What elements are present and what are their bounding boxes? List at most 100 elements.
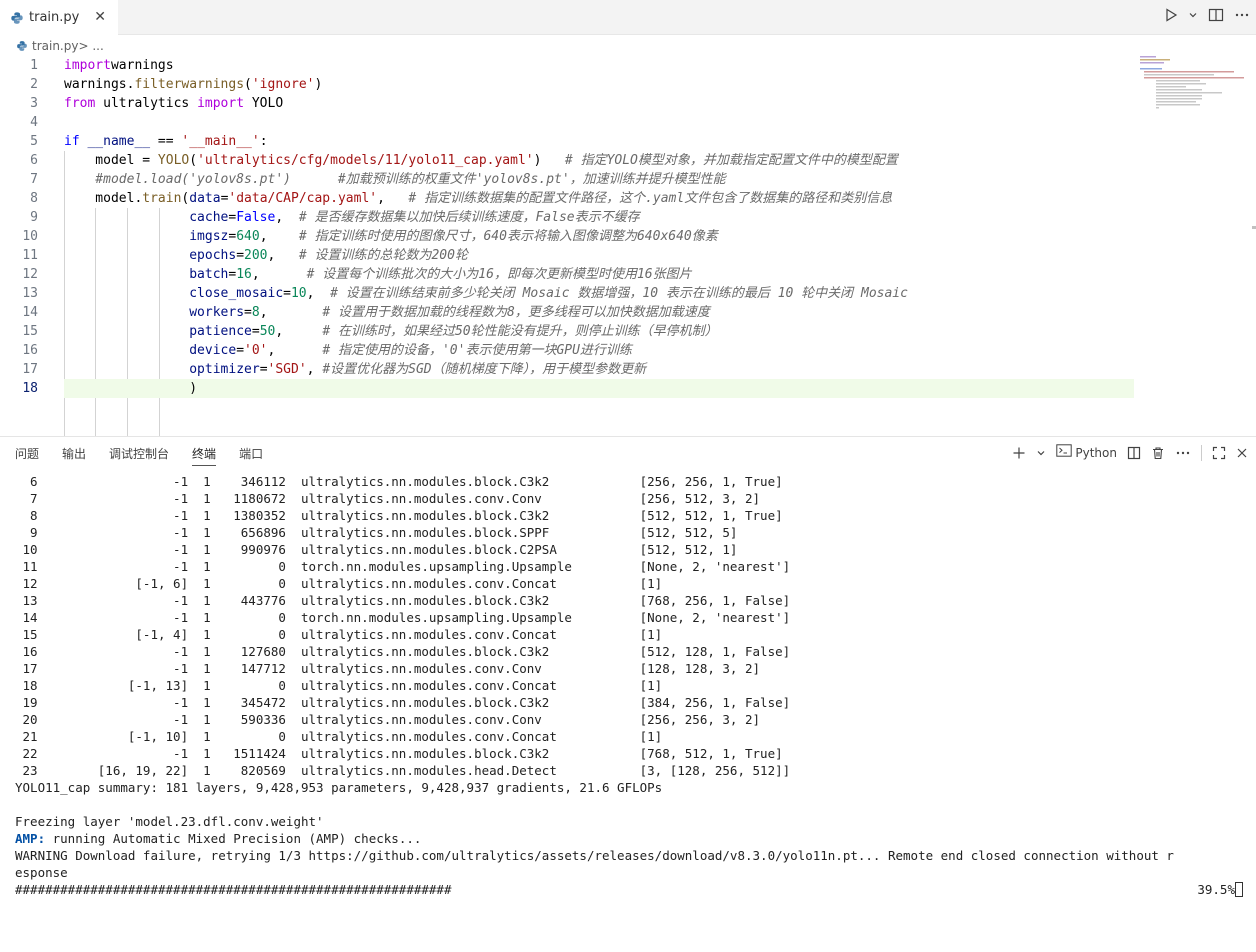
minimap[interactable] [1140,56,1250,116]
code-line[interactable]: patience=50, # 在训练时，如果经过50轮性能没有提升，则停止训练（… [64,322,1134,341]
code-token: YOLO [157,153,190,168]
code-token: 'ultralytics/cfg/models/11/yolo11_cap.ya… [197,153,534,168]
code-token: # 指定YOLO模型对象，并加载指定配置文件中的模型配置 [564,153,898,168]
terminal-line: 23 [16, 19, 22] 1 820569 ultralytics.nn.… [15,763,791,778]
code-token: # 指定训练数据集的配置文件路径，这个.yaml文件包含了数据集的路径和类别信息 [408,191,893,206]
code-line[interactable]: close_mosaic=10, # 设置在训练结束前多少轮关闭 Mosaic … [64,284,1134,303]
code-token: optimizer [189,362,260,377]
code-token: cache [189,210,229,225]
close-tab-icon[interactable]: ✕ [94,9,106,25]
scrollbar-marker[interactable] [1252,226,1256,229]
code-token: import [64,58,111,73]
code-token: 'data/CAP/cap.yaml' [228,191,378,206]
terminal-line: 12 [-1, 6] 1 0 ultralytics.nn.modules.co… [15,576,663,591]
terminal-line: 21 [-1, 10] 1 0 ultralytics.nn.modules.c… [15,729,663,744]
terminal-line: 9 -1 1 656896 ultralytics.nn.modules.blo… [15,525,738,540]
code-token: data [189,191,221,206]
terminal-line: AMP: running Automatic Mixed Precision (… [15,830,1251,847]
code-token: batch [189,267,229,282]
panel-tab[interactable]: 问题 [15,445,39,466]
code-token: '0' [244,343,268,358]
line-number: 17 [22,362,38,377]
panel-tab[interactable]: 终端 [192,445,217,466]
code-line[interactable]: #model.load('yolov8s.pt') #加载预训练的权重文件'yo… [64,170,1134,189]
new-terminal-icon[interactable] [1012,446,1026,460]
run-icon[interactable] [1164,8,1178,22]
panel-tab[interactable]: 输出 [62,445,86,466]
code-line[interactable]: imgsz=640, # 指定训练时使用的图像尺寸，640表示将输入图像调整为6… [64,227,1134,246]
amp-text: running Automatic Mixed Precision (AMP) … [45,831,422,846]
breadcrumb-file[interactable]: train.py [32,39,78,53]
code-token: device [189,343,237,358]
chevron-down-icon[interactable] [1036,448,1046,458]
code-line[interactable]: workers=8, # 设置用于数据加载的线程数为8，更多线程可以加快数据加载… [64,303,1134,322]
code-editor[interactable]: 1 2 3 4 5 6 7 8 9 10 11 12 13 14 15 16 17 18 importwarnin… [0,56,1256,455]
code-line[interactable]: epochs=200, # 设置训练的总轮数为200轮 [64,246,1134,265]
code-line[interactable]: optimizer='SGD', #设置优化器为SGD（随机梯度下降），用于模型… [64,360,1134,379]
panel-actions: Python [1012,444,1248,462]
more-actions-icon[interactable] [1175,446,1191,460]
line-number: 15 [22,324,38,339]
line-number: 3 [30,96,38,111]
code-line[interactable] [64,113,1134,132]
code-token: import [197,96,245,111]
maximize-panel-icon[interactable] [1212,446,1226,460]
code-token: model = [64,153,158,168]
code-token: train [142,191,182,206]
code-line[interactable]: if __name__ == '__main__': [64,132,1134,151]
terminal-icon [1055,444,1072,457]
breadcrumb: train.py > ... [16,37,104,55]
code-line[interactable]: batch=16, # 设置每个训练批次的大小为16，即每次更新模型时使用16张… [64,265,1134,284]
code-token: ) [314,77,323,92]
bottom-panel: 问题 输出 调试控制台 终端 端口 Python 6 -1 1 346112 ultra… [0,436,1256,952]
more-actions-icon[interactable] [1234,8,1250,22]
code-area[interactable]: importwarnings warnings.filterwarnings('i… [64,56,1134,455]
code-token: , [306,286,331,301]
code-line[interactable]: from ultralytics import YOLO [64,94,1134,113]
close-panel-icon[interactable] [1236,447,1248,459]
panel-tab[interactable]: 调试控制台 [109,445,169,466]
terminal-line: 11 -1 1 0 torch.nn.modules.upsampling.Up… [15,559,791,574]
terminal-output[interactable]: 6 -1 1 346112 ultralytics.nn.modules.blo… [15,473,1251,898]
code-line[interactable]: importwarnings [64,56,1134,75]
code-line[interactable]: cache=False, # 是否缓存数据集以加快后续训练速度，False表示不… [64,208,1134,227]
code-line[interactable]: model = YOLO('ultralytics/cfg/models/11/… [64,151,1134,170]
code-line[interactable]: warnings.filterwarnings('ignore') [64,75,1134,94]
line-number: 11 [22,248,38,263]
chevron-down-icon[interactable] [1188,10,1198,20]
code-token: #model.load('yolov8s.pt') #加载预训练的权重文件'yo… [64,172,726,187]
code-line[interactable]: ) [64,379,1134,398]
tab-title: train.py [29,10,80,25]
breadcrumb-separator[interactable]: > ... [78,39,103,53]
terminal-line: esponse [15,865,68,880]
code-token: 200 [244,248,268,263]
terminal-line: YOLO11_cap summary: 181 layers, 9,428,95… [15,780,663,795]
code-token: , [259,229,299,244]
terminal-profile[interactable]: Python [1055,444,1117,462]
code-token: if [64,134,80,149]
code-token: 10 [290,286,307,301]
code-token: 'ignore' [251,77,315,92]
editor-tab-bar: train.py ✕ [0,0,1256,35]
python-file-icon [17,41,27,51]
code-token: 50 [259,324,276,339]
tab-train-py[interactable]: train.py ✕ [0,0,118,35]
terminal-line: 13 -1 1 443776 ultralytics.nn.modules.bl… [15,593,791,608]
line-number: 6 [30,153,38,168]
code-token: # 设置每个训练批次的大小为16，即每次更新模型时使用16张图片 [306,267,692,282]
code-token: = [259,362,268,377]
split-terminal-icon[interactable] [1127,446,1141,460]
code-token: , [377,191,409,206]
terminal-line: 15 [-1, 4] 1 0 ultralytics.nn.modules.co… [15,627,663,642]
panel-tab[interactable]: 端口 [239,445,263,466]
code-token: , [275,210,299,225]
code-line[interactable]: model.train(data='data/CAP/cap.yaml', # … [64,189,1134,208]
code-line[interactable]: device='0', # 指定使用的设备，'0'表示使用第一块GPU进行训练 [64,341,1134,360]
code-token: warnings. [64,77,135,92]
code-token: filterwarnings [134,77,245,92]
trash-icon[interactable] [1151,446,1165,460]
split-editor-icon[interactable] [1208,8,1224,22]
